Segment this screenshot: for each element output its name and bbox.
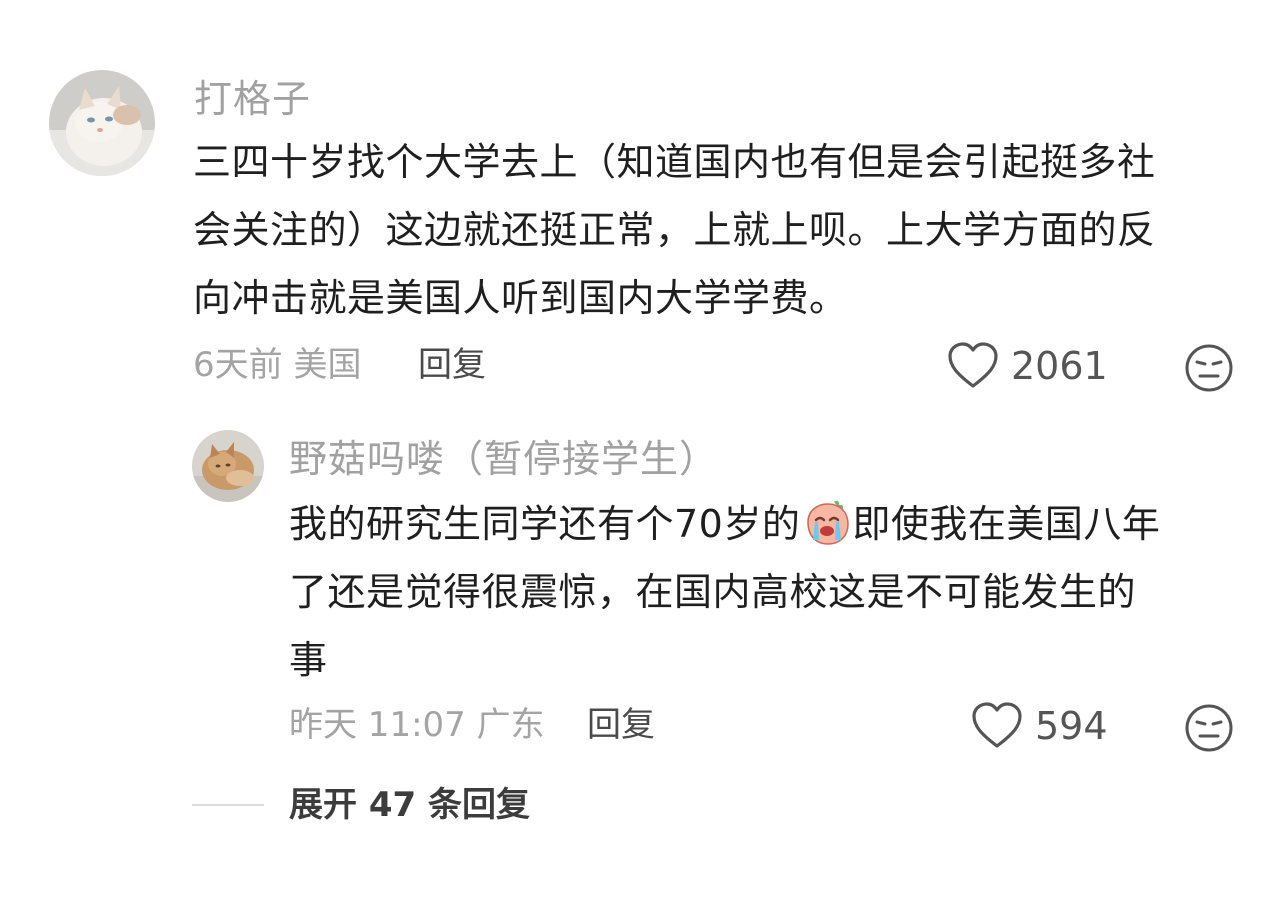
crying-face-icon	[802, 499, 850, 545]
comment-line: 向冲击就是美国人听到国内大学学费。	[193, 276, 848, 320]
reply-line: 了还是觉得很震惊，在国内高校这是不可能发生的	[289, 570, 1137, 614]
comment-line: 三四十岁找个大学去上（知道国内也有但是会引起挺多社	[193, 140, 1156, 184]
expand-divider	[192, 804, 264, 806]
replier-username[interactable]: 野菇吗喽（暂停接学生）	[289, 440, 718, 478]
comment-like-button[interactable]: 2061	[947, 342, 1108, 390]
reply-reply-button[interactable]: 回复	[587, 708, 655, 742]
commenter-avatar[interactable]	[49, 70, 155, 176]
comment-line: 会关注的）这边就还挺正常，上就上呗。上大学方面的反	[193, 208, 1156, 252]
heart-icon	[972, 702, 1022, 748]
comment-reply-button[interactable]: 回复	[418, 348, 486, 382]
commenter-username[interactable]: 打格子	[194, 80, 311, 118]
neutral-face-icon	[1185, 704, 1233, 752]
replier-avatar[interactable]	[192, 430, 264, 502]
reply-time-location: 昨天 11:07 广东	[289, 705, 545, 745]
expand-replies-button[interactable]: 展开 47 条回复	[289, 788, 530, 822]
comment-like-count: 2061	[1011, 344, 1108, 388]
reply-like-button[interactable]: 594	[971, 702, 1108, 750]
neutral-face-icon	[1185, 344, 1233, 392]
cat-avatar-icon	[192, 430, 264, 502]
reply-line: 事	[289, 638, 328, 682]
heart-icon	[948, 342, 998, 388]
comment-text: 三四十岁找个大学去上（知道国内也有但是会引起挺多社 会关注的）这边就还挺正常，上…	[193, 128, 1253, 332]
reply-text: 我的研究生同学还有个70岁的 即使我在美国八年 了还是觉得很震惊，在国内高校这是…	[289, 490, 1249, 694]
comment-reaction-button[interactable]	[1184, 343, 1234, 397]
cat-avatar-icon	[49, 70, 155, 176]
reply-reaction-button[interactable]	[1184, 703, 1234, 757]
reply-line: 我的研究生同学还有个70岁的 即使我在美国八年	[289, 490, 1249, 558]
comment-time-location: 6天前 美国	[193, 345, 362, 385]
reply-like-count: 594	[1035, 704, 1108, 748]
